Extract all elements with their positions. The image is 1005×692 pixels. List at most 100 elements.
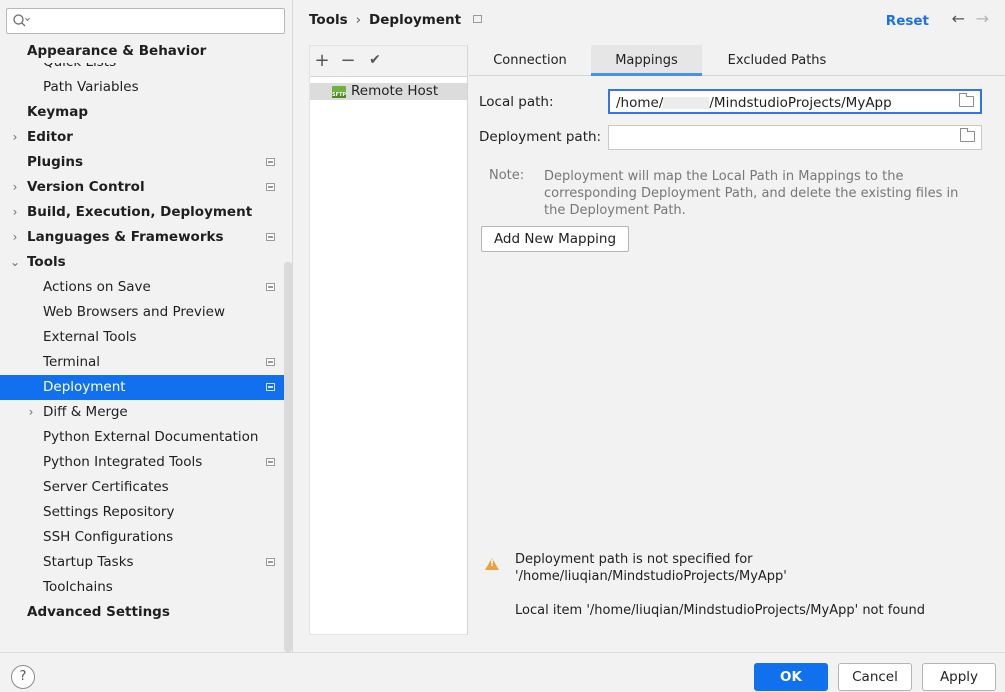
sidebar-item-label: SSH Configurations	[43, 529, 174, 545]
sidebar-item-label: Toolchains	[43, 579, 113, 595]
chevron-down-icon[interactable]: ⌄	[9, 250, 21, 275]
sidebar-item-version-control[interactable]: › Version Control	[0, 175, 292, 200]
sidebar-item-label: Terminal	[43, 354, 101, 370]
server-toolbar: + − ✔	[310, 46, 467, 77]
sidebar-item-label: Appearance & Behavior	[27, 43, 207, 59]
tab-bar: Connection Mappings Excluded Paths	[469, 45, 1005, 76]
sidebar-item-editor[interactable]: › Editor	[0, 125, 292, 150]
redacted-username	[663, 97, 710, 109]
sidebar-item-label: Deployment	[43, 379, 126, 395]
sidebar-item-build-execution-deployment[interactable]: › Build, Execution, Deployment	[0, 200, 292, 225]
sidebar-item-label: Keymap	[27, 104, 89, 120]
remove-server-icon[interactable]: −	[338, 50, 358, 71]
sidebar-item-label: Diff & Merge	[43, 404, 128, 420]
sidebar-item-external-tools[interactable]: External Tools	[0, 325, 292, 350]
chevron-right-icon[interactable]: ›	[9, 225, 21, 250]
set-default-check-icon[interactable]: ✔	[365, 52, 385, 68]
project-scope-icon	[266, 558, 275, 566]
sidebar-item-python-external-documentation[interactable]: Python External Documentation	[0, 425, 292, 450]
sidebar-item-tools[interactable]: ⌄ Tools	[0, 250, 292, 275]
breadcrumb-separator: ›	[355, 12, 362, 28]
project-scope-icon	[266, 158, 275, 166]
server-name: Remote Host	[351, 83, 439, 99]
sidebar-item-settings-repository[interactable]: Settings Repository	[0, 500, 292, 525]
sidebar-item-label: Path Variables	[43, 79, 139, 95]
settings-sidebar: Appearance & Behavior NotificationsQuick…	[0, 0, 293, 652]
back-arrow-icon[interactable]: ←	[952, 9, 965, 28]
chevron-right-icon[interactable]: ›	[9, 200, 21, 225]
sidebar-item-web-browsers-and-preview[interactable]: Web Browsers and Preview	[0, 300, 292, 325]
local-path-field[interactable]: /home//MindstudioProjects/MyApp	[608, 89, 982, 114]
sidebar-item-label: Plugins	[27, 154, 84, 170]
sidebar-item-label: Editor	[27, 129, 73, 145]
deployment-details: Connection Mappings Excluded Paths Local…	[469, 45, 1005, 635]
sidebar-item-languages-frameworks[interactable]: › Languages & Frameworks	[0, 225, 292, 250]
tab-connection[interactable]: Connection	[481, 45, 579, 76]
sidebar-item-diff-merge[interactable]: › Diff & Merge	[0, 400, 292, 425]
project-scope-icon	[266, 183, 275, 191]
chevron-right-icon[interactable]: ›	[25, 400, 37, 425]
sidebar-item-label: Python Integrated Tools	[43, 454, 203, 470]
sidebar-item-label: Version Control	[27, 179, 145, 195]
sidebar-item-ssh-configurations[interactable]: SSH Configurations	[0, 525, 292, 550]
tab-excluded-paths[interactable]: Excluded Paths	[717, 45, 837, 76]
project-scope-icon	[473, 15, 483, 23]
breadcrumb: Tools › Deployment	[309, 12, 483, 28]
project-scope-icon	[266, 458, 275, 466]
sidebar-item-plugins[interactable]: Plugins	[0, 150, 292, 175]
sidebar-item-startup-tasks[interactable]: Startup Tasks	[0, 550, 292, 575]
warning-deployment-path: Deployment path is not specified for '/h…	[515, 552, 787, 584]
sidebar-item-label: Tools	[27, 254, 66, 270]
project-scope-icon	[266, 358, 275, 366]
reset-link[interactable]: Reset	[886, 13, 929, 29]
sidebar-scrollbar[interactable]	[284, 262, 292, 652]
sidebar-item-advanced-settings[interactable]: Advanced Settings	[0, 600, 292, 625]
local-path-value: /home//MindstudioProjects/MyApp	[616, 95, 892, 111]
search-icon	[12, 13, 30, 33]
sidebar-item-label: Python External Documentation	[43, 429, 259, 445]
add-new-mapping-button[interactable]: Add New Mapping	[481, 226, 629, 252]
sidebar-item-terminal[interactable]: Terminal	[0, 350, 292, 375]
deployment-path-field[interactable]	[608, 125, 982, 150]
sidebar-item-label: External Tools	[43, 329, 137, 345]
sidebar-item-toolchains[interactable]: Toolchains	[0, 575, 292, 600]
sidebar-item-label: Build, Execution, Deployment	[27, 204, 253, 220]
sftp-server-icon: SFTP	[332, 86, 346, 98]
content-header: Tools › Deployment Reset ← →	[293, 0, 1005, 42]
search-input[interactable]	[31, 12, 281, 30]
forward-arrow-icon[interactable]: →	[976, 9, 989, 28]
cancel-button[interactable]: Cancel	[838, 663, 912, 691]
browse-folder-icon[interactable]	[960, 128, 975, 142]
browse-folder-icon[interactable]	[959, 93, 974, 107]
sidebar-item-python-integrated-tools[interactable]: Python Integrated Tools	[0, 450, 292, 475]
sidebar-item-server-certificates[interactable]: Server Certificates	[0, 475, 292, 500]
sidebar-item-label: Startup Tasks	[43, 554, 134, 570]
note-label: Note:	[489, 168, 525, 183]
tab-mappings[interactable]: Mappings	[591, 45, 702, 76]
sidebar-item-deployment[interactable]: Deployment	[0, 375, 292, 400]
warning-local-item: Local item '/home/liuqian/MindstudioProj…	[515, 603, 926, 618]
sidebar-item-label: Advanced Settings	[27, 604, 170, 620]
local-path-label: Local path:	[479, 94, 554, 110]
settings-tree: NotificationsQuick ListsPath VariablesKe…	[0, 40, 292, 625]
chevron-right-icon[interactable]: ›	[9, 175, 21, 200]
sidebar-item-keymap[interactable]: Keymap	[0, 100, 292, 125]
dialog-footer: ? OK Cancel Apply	[0, 652, 1005, 692]
apply-button[interactable]: Apply	[922, 663, 996, 691]
project-scope-icon	[266, 383, 275, 391]
server-list-item[interactable]: SFTP Remote Host	[310, 83, 467, 100]
sidebar-item-path-variables[interactable]: Path Variables	[0, 75, 292, 100]
breadcrumb-parent[interactable]: Tools	[309, 12, 348, 28]
deployment-path-label: Deployment path:	[479, 129, 602, 145]
sidebar-item-actions-on-save[interactable]: Actions on Save	[0, 275, 292, 300]
sidebar-item-label: Server Certificates	[43, 479, 169, 495]
chevron-right-icon[interactable]: ›	[9, 125, 21, 150]
add-server-icon[interactable]: +	[312, 50, 332, 71]
search-field[interactable]	[6, 8, 285, 34]
help-icon[interactable]: ?	[11, 665, 35, 689]
sidebar-item-appearance-behavior[interactable]: Appearance & Behavior	[0, 40, 292, 63]
project-scope-icon	[266, 283, 275, 291]
warning-icon	[485, 558, 499, 570]
ok-button[interactable]: OK	[754, 663, 828, 691]
server-list-panel: + − ✔ SFTP Remote Host	[309, 45, 468, 635]
